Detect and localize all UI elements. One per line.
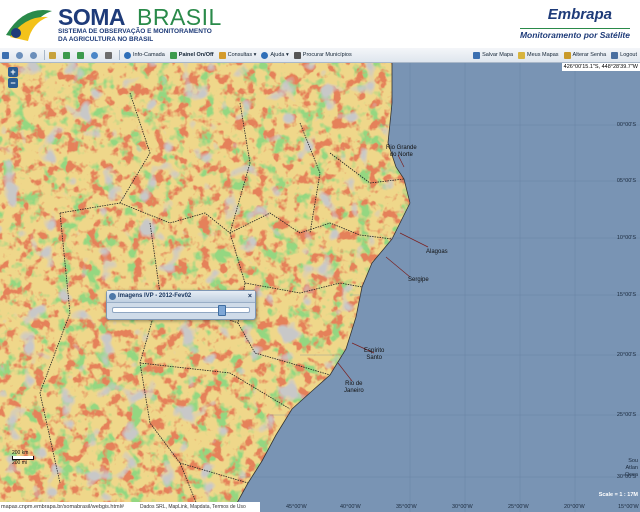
brand-tagline: SISTEMA DE OBSERVAÇÃO E MONITORAMENTO DA… <box>58 28 212 43</box>
map-viewport[interactable]: + − 426°00'15.1"S, 448°28'39.7"W 00°00'S… <box>0 63 640 512</box>
scale-bar: 200 km 200 mi <box>12 450 34 466</box>
zoom-in-icon <box>16 51 23 59</box>
measure-tool-button[interactable] <box>47 49 60 61</box>
info-layer-button[interactable]: Info-Camada <box>122 49 167 61</box>
arrow-right-icon <box>77 51 84 59</box>
lat-label: 20°00'S <box>616 352 636 358</box>
place-label-sergipe: Sergipe <box>408 277 429 283</box>
save-map-button[interactable]: Salvar Mapa <box>471 49 515 61</box>
search-municipalities-button[interactable]: Procurar Municípios <box>292 49 354 61</box>
folder-icon <box>518 51 526 59</box>
lon-label: 40°00'W <box>340 504 361 510</box>
my-maps-button[interactable]: Meus Mapas <box>516 49 561 61</box>
query-icon <box>218 51 226 59</box>
lon-label: 20°00'W <box>564 504 585 510</box>
toolbar-divider <box>44 50 45 60</box>
globe-icon <box>91 51 98 59</box>
toolbar-right-group: Salvar Mapa Meus Mapas Alterar Senha Log… <box>471 49 640 61</box>
place-label-espirito-santo: Espírito Santo <box>364 348 385 361</box>
panel-header[interactable]: Imagens IVP - 2012-Fev02 × <box>107 291 255 303</box>
toolbar-divider <box>119 50 120 60</box>
zoom-out-tool-button[interactable] <box>28 49 41 61</box>
printer-icon <box>105 51 112 59</box>
next-view-button[interactable] <box>75 49 88 61</box>
scale-ratio: Scale = 1 : 17M <box>598 492 638 498</box>
print-button[interactable] <box>103 49 116 61</box>
chevron-down-icon: ▾ <box>252 52 257 58</box>
map-attribution[interactable]: Dados SRL, MapLink, Mapdata, Termos de U… <box>140 502 246 512</box>
zoom-in-tool-button[interactable] <box>14 49 27 61</box>
change-password-button[interactable]: Alterar Senha <box>562 49 609 61</box>
chevron-down-icon: ▾ <box>284 52 289 58</box>
logout-button[interactable]: Logout <box>609 49 639 61</box>
lat-label: 25°00'S <box>616 412 636 418</box>
vegetation-map[interactable] <box>0 63 640 512</box>
zoom-out-icon <box>30 51 37 59</box>
lat-label: 00°00'S <box>616 122 636 128</box>
lat-label: 15°00'S <box>616 292 636 298</box>
pan-icon <box>2 51 9 59</box>
coordinate-readout: 426°00'15.1"S, 448°28'39.7"W <box>561 63 640 71</box>
lon-label: 35°00'W <box>396 504 417 510</box>
close-icon[interactable]: × <box>248 291 252 302</box>
lon-label: 30°00'W <box>452 504 473 510</box>
pan-tool-button[interactable] <box>0 49 13 61</box>
lon-label: 45°00'W <box>286 504 307 510</box>
place-label-rio-grande-do-norte: Rio Grande do Norte <box>386 145 417 158</box>
panel-title: Imagens IVP - 2012-Fev02 <box>118 293 192 299</box>
zoom-control: + − <box>8 67 18 89</box>
lon-label: 15°00'W <box>618 504 639 510</box>
help-menu-button[interactable]: Ajuda ▾ <box>259 49 290 61</box>
soma-logo-icon <box>6 10 52 41</box>
main-toolbar: Info-Camada Painel On/Off Consultas ▾ Aj… <box>0 48 640 63</box>
brand-primary: SOMA <box>58 4 126 30</box>
place-label-rio-de-janeiro: Rio de Janeiro <box>344 381 364 394</box>
app-header: SOMA BRASIL SISTEMA DE OBSERVAÇÃO E MONI… <box>0 0 640 49</box>
partner-subtitle: Monitoramento por Satélite <box>519 28 630 40</box>
save-icon <box>473 51 481 59</box>
panel-toggle-button[interactable]: Painel On/Off <box>168 49 216 61</box>
lat-label: 05°00'S <box>616 178 636 184</box>
binoculars-icon <box>293 51 301 59</box>
layers-icon <box>109 293 116 300</box>
ocean-label: Sou Atlan Ocea <box>624 458 638 478</box>
ruler-icon <box>49 51 56 59</box>
brand-secondary: BRASIL <box>137 4 222 30</box>
logout-icon <box>611 51 619 59</box>
place-label-alagoas: Alagoas <box>426 249 448 255</box>
date-slider[interactable] <box>112 305 250 316</box>
lon-label: 25°00'W <box>508 504 529 510</box>
lat-label: 10°00'S <box>616 235 636 241</box>
queries-menu-button[interactable]: Consultas ▾ <box>217 49 259 61</box>
image-date-panel[interactable]: Imagens IVP - 2012-Fev02 × <box>106 290 256 320</box>
full-extent-button[interactable] <box>89 49 102 61</box>
panel-icon <box>169 51 177 59</box>
zoom-out-button[interactable]: − <box>8 78 18 88</box>
arrow-left-icon <box>63 51 70 59</box>
date-slider-thumb[interactable] <box>218 305 226 316</box>
partner-logo: Embrapa <box>547 6 612 23</box>
help-icon <box>261 51 269 59</box>
previous-view-button[interactable] <box>61 49 74 61</box>
info-icon <box>124 51 131 59</box>
key-icon <box>563 51 571 59</box>
zoom-in-button[interactable]: + <box>8 67 18 77</box>
